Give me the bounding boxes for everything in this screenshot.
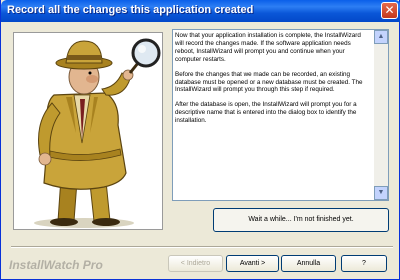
close-button[interactable]: ✕ [381, 2, 398, 19]
brand-label: InstallWatch Pro [9, 258, 103, 272]
wait-button[interactable]: Wait a while... I'm not finished yet. [213, 208, 389, 232]
info-textbox[interactable]: Now that your application installation i… [172, 29, 389, 201]
scroll-down-icon[interactable]: ▼ [374, 186, 388, 200]
vertical-scrollbar[interactable]: ▲ ▼ [374, 30, 388, 200]
info-paragraph: After the database is open, the InstallW… [175, 101, 357, 125]
help-button[interactable]: ? [341, 255, 387, 272]
window-title: Record all the changes this application … [7, 4, 254, 16]
back-button[interactable]: < Indietro [168, 255, 223, 272]
info-paragraph: Now that your application installation i… [175, 32, 361, 63]
close-icon: ✕ [384, 3, 395, 17]
scroll-up-icon[interactable]: ▲ [374, 30, 388, 44]
next-button[interactable]: Avanti > [226, 255, 279, 272]
detective-illustration [13, 32, 163, 230]
info-paragraph: Before the changes that we made can be r… [175, 70, 363, 94]
cancel-button[interactable]: Annulla [281, 255, 336, 272]
dialog-content: Now that your application installation i… [3, 22, 397, 278]
divider [11, 246, 393, 248]
installer-window: Record all the changes this application … [0, 0, 400, 280]
title-bar[interactable]: Record all the changes this application … [1, 0, 400, 22]
info-text: Now that your application installation i… [175, 32, 371, 198]
